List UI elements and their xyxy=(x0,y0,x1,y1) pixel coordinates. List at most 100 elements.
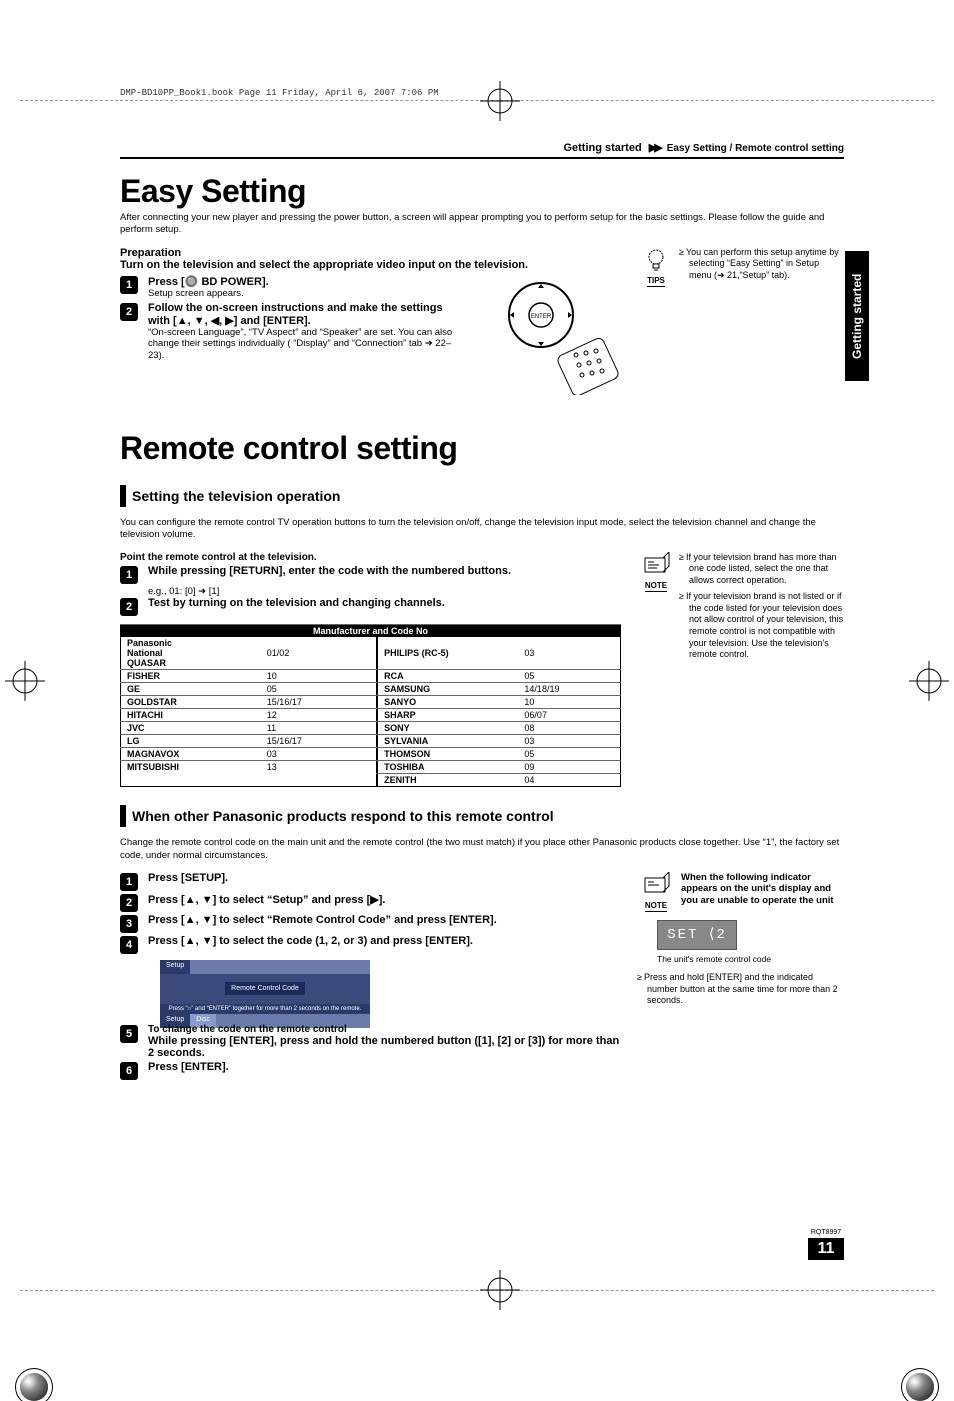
table-cell-brand: MITSUBISHI xyxy=(121,760,261,773)
s2-step6: Press [ENTER]. xyxy=(148,1061,621,1073)
table-cell-code: 05 xyxy=(518,669,620,682)
table-cell-brand: SANYO xyxy=(378,695,518,708)
section-bar-icon xyxy=(120,805,126,827)
table-cell-brand: TOSHIBA xyxy=(378,760,518,773)
note-callout-2: NOTE When the following indicator appear… xyxy=(639,872,844,912)
table-row: ZENITH04 xyxy=(121,773,621,786)
section-bar-icon xyxy=(120,485,126,507)
point-remote-text: Point the remote control at the televisi… xyxy=(120,552,621,563)
seg-caption: The unit's remote control code xyxy=(657,954,844,964)
header-section: Getting started xyxy=(563,142,641,154)
remote-step1-bold: While pressing [RETURN], enter the code … xyxy=(148,565,621,577)
easy-step2-bold: Follow the on-screen instructions and ma… xyxy=(148,302,457,327)
illus-tab-setup: Setup xyxy=(160,960,190,974)
page-number: 11 xyxy=(808,1238,844,1260)
table-cell-brand: PanasonicNationalQUASAR xyxy=(121,637,261,670)
heading-easy-setting: Easy Setting xyxy=(120,173,844,210)
table-cell-brand: RCA xyxy=(378,669,518,682)
document-code: RQT8997 xyxy=(808,1229,844,1236)
heading-remote-control: Remote control setting xyxy=(120,430,844,467)
print-registration-mark xyxy=(20,1373,48,1401)
seven-segment-display: SET ⟨2 xyxy=(657,920,737,950)
note-icon: NOTE xyxy=(639,872,673,912)
easy-step1-bold: Press [🔘 BD POWER]. xyxy=(148,275,457,288)
table-cell-code: 03 xyxy=(261,747,376,760)
table-cell-code: 14/18/19 xyxy=(518,682,620,695)
table-cell-code: 10 xyxy=(261,669,376,682)
table-cell-brand: ZENITH xyxy=(378,773,518,786)
indicator-heading: When the following indicator appears on … xyxy=(681,872,844,906)
step-number-4: 4 xyxy=(120,936,138,954)
step-number-2: 2 xyxy=(120,894,138,912)
note-label: NOTE xyxy=(645,901,667,912)
table-cell-code: 05 xyxy=(518,747,620,760)
table-cell-brand: PHILIPS (RC-5) xyxy=(378,637,518,670)
crop-mark-icon xyxy=(5,661,45,701)
table-cell-code: 01/02 xyxy=(261,637,376,670)
illus-remote-control-code: Remote Control Code xyxy=(225,982,305,995)
header-subsection: Easy Setting / Remote control setting xyxy=(667,143,844,154)
table-row: GOLDSTAR15/16/17SANYO10 xyxy=(121,695,621,708)
step-number-2: 2 xyxy=(120,303,138,321)
table-cell-brand xyxy=(121,773,261,786)
table-cell-brand: GE xyxy=(121,682,261,695)
table-cell-code: 04 xyxy=(518,773,620,786)
table-row: HITACHI12SHARP06/07 xyxy=(121,708,621,721)
table-cell-code: 12 xyxy=(261,708,376,721)
note-bullet-1: If your television brand has more than o… xyxy=(689,552,844,587)
crop-mark-icon xyxy=(480,81,520,121)
page-header: Getting started ▶▶ Easy Setting / Remote… xyxy=(120,141,844,159)
easy-step2-plain: “On-screen Language”, “TV Aspect” and “S… xyxy=(148,327,457,363)
table-cell-brand: JVC xyxy=(121,721,261,734)
table-cell-brand: THOMSON xyxy=(378,747,518,760)
note-callout: NOTE If your television brand has more t… xyxy=(639,552,844,665)
section1-intro: You can configure the remote control TV … xyxy=(120,517,844,542)
table-caption: Manufacturer and Code No xyxy=(121,624,621,637)
s2-step4: Press [▲, ▼] to select the code (1, 2, o… xyxy=(148,935,621,947)
table-cell-code: 09 xyxy=(518,760,620,773)
s2-step2: Press [▲, ▼] to select “Setup” and press… xyxy=(148,893,621,906)
table-row: MITSUBISHI13TOSHIBA09 xyxy=(121,760,621,773)
step-number-3: 3 xyxy=(120,915,138,933)
note-icon: NOTE xyxy=(639,552,673,592)
illus-hint-text: Press “○” and “ENTER” together for more … xyxy=(160,1004,370,1014)
table-cell-brand: FISHER xyxy=(121,669,261,682)
pdf-bookmark-line: DMP-BD10PP_Book1.book Page 11 Friday, Ap… xyxy=(120,88,439,98)
table-cell-code: 05 xyxy=(261,682,376,695)
table-cell-brand: GOLDSTAR xyxy=(121,695,261,708)
step-number-2: 2 xyxy=(120,598,138,616)
table-cell-brand: LG xyxy=(121,734,261,747)
table-row: PanasonicNationalQUASAR01/02PHILIPS (RC-… xyxy=(121,637,621,670)
easy-intro-text: After connecting your new player and pre… xyxy=(120,212,844,237)
note-bullet-2: If your television brand is not listed o… xyxy=(689,591,844,661)
table-cell-code: 03 xyxy=(518,734,620,747)
preparation-text: Turn on the television and select the ap… xyxy=(120,259,621,271)
chevron-right-icon: ▶▶ xyxy=(649,142,660,154)
s2-step5-b: While pressing [ENTER], press and hold t… xyxy=(148,1035,621,1059)
table-cell-code: 15/16/17 xyxy=(261,695,376,708)
table-cell-brand: MAGNAVOX xyxy=(121,747,261,760)
easy-step1-plain: Setup screen appears. xyxy=(148,288,457,300)
table-cell-brand: SAMSUNG xyxy=(378,682,518,695)
manufacturer-code-table: Manufacturer and Code No PanasonicNation… xyxy=(120,624,621,787)
section-title-other-panasonic: When other Panasonic products respond to… xyxy=(132,805,554,827)
section-title-tv-operation: Setting the television operation xyxy=(132,485,340,507)
table-row: GE05SAMSUNG14/18/19 xyxy=(121,682,621,695)
table-cell-code: 11 xyxy=(261,721,376,734)
remote-step2-bold: Test by turning on the television and ch… xyxy=(148,597,621,609)
table-cell-brand: SONY xyxy=(378,721,518,734)
table-cell-code: 15/16/17 xyxy=(261,734,376,747)
table-cell-code: 08 xyxy=(518,721,620,734)
s2-step3: Press [▲, ▼] to select “Remote Control C… xyxy=(148,914,621,926)
table-cell-code: 06/07 xyxy=(518,708,620,721)
table-cell-code: 13 xyxy=(261,760,376,773)
step-number-6: 6 xyxy=(120,1062,138,1080)
step-number-1: 1 xyxy=(120,873,138,891)
crop-mark-icon xyxy=(480,1270,520,1310)
table-row: JVC11SONY08 xyxy=(121,721,621,734)
remote-step1-eg: e.g., 01: [0] ➜ [1] xyxy=(148,586,621,597)
step-number-5: 5 xyxy=(120,1025,138,1043)
page-frame: Getting started Getting started ▶▶ Easy … xyxy=(20,100,934,1291)
tips-label: TIPS xyxy=(647,276,665,287)
setup-menu-illustration: Setup Remote Control Code Press “○” and … xyxy=(160,960,370,1018)
